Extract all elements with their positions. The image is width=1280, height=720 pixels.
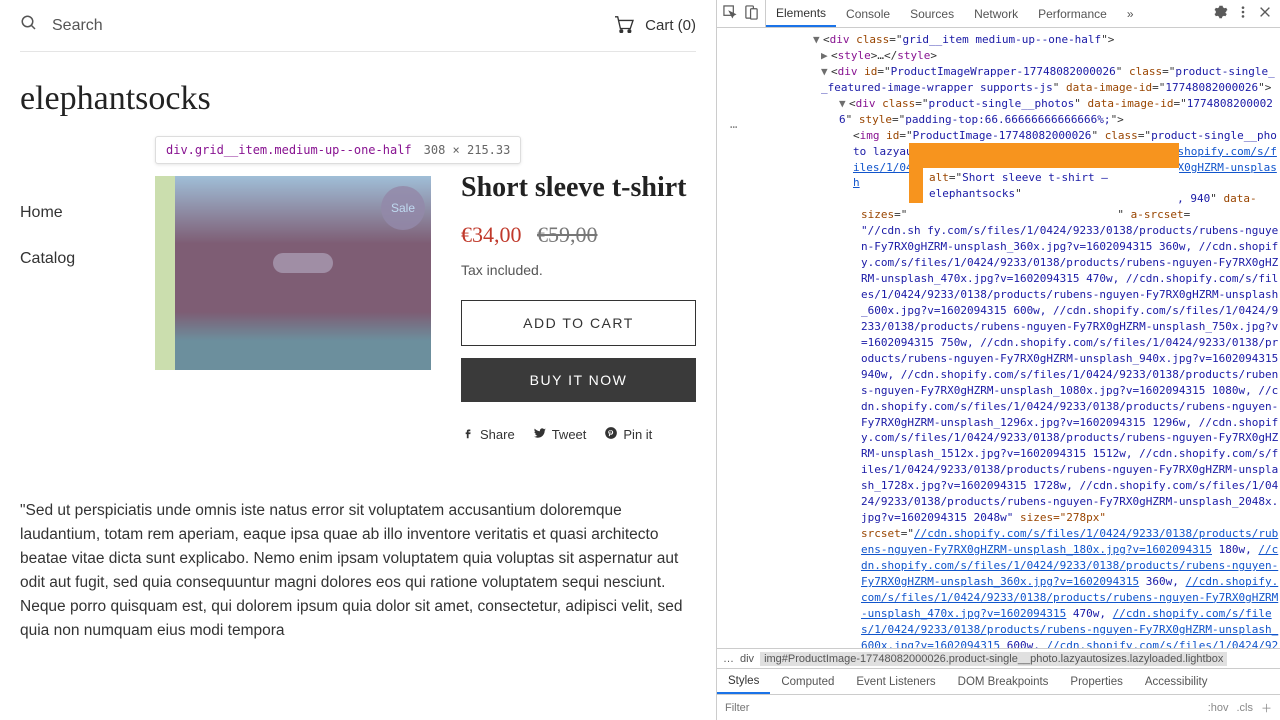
sidebar: Home Catalog [20,138,135,443]
stab-styles[interactable]: Styles [717,669,770,694]
nav-home[interactable]: Home [20,190,135,236]
social-row: Share Tweet Pin it [461,426,696,443]
stab-props[interactable]: Properties [1059,669,1133,694]
share-twitter[interactable]: Tweet [533,426,587,443]
hov-toggle[interactable]: :hov [1208,702,1229,714]
twitter-icon [533,426,547,443]
tooltip-dimensions: 308 × 215.33 [424,143,511,157]
add-rule-icon[interactable]: ＋ [1261,700,1272,716]
tab-console[interactable]: Console [836,0,900,27]
share-pinterest[interactable]: Pin it [604,426,652,443]
settings-icon[interactable] [1214,5,1228,22]
inspect-element-icon[interactable] [723,5,738,23]
product-info: Short sleeve t-shirt €34,00 €59,00 Tax i… [461,138,696,443]
tab-sources[interactable]: Sources [900,0,964,27]
price-row: €34,00 €59,00 [461,222,696,248]
collapsed-indicator[interactable]: ⋯ [722,116,745,138]
close-icon[interactable] [1258,5,1272,22]
kebab-icon[interactable] [1236,5,1250,22]
nav-catalog[interactable]: Catalog [20,236,135,282]
page-viewport[interactable]: Search Cart (0) elephantsocks Home Catal… [0,0,716,720]
devtools-tabs: Elements Console Sources Network Perform… [717,0,1280,28]
inspect-tooltip: div.grid__item.medium-up--one-half 308 ×… [155,136,521,164]
search-placeholder: Search [52,17,103,35]
search[interactable]: Search [20,14,103,37]
cart-label: Cart (0) [645,17,696,34]
add-to-cart-button[interactable]: ADD TO CART [461,300,696,346]
tab-elements[interactable]: Elements [766,0,836,27]
product-image-column: div.grid__item.medium-up--one-half 308 ×… [155,176,431,443]
highlight-content [175,176,431,370]
search-icon [20,14,38,37]
buy-now-button[interactable]: BUY IT NOW [461,358,696,402]
device-toggle-icon[interactable] [744,5,759,23]
dom-tree[interactable]: ▼<div class="grid__item medium-up--one-h… [717,28,1280,648]
pinterest-icon [604,426,618,443]
topbar: Search Cart (0) [20,0,696,52]
cart-link[interactable]: Cart (0) [613,15,696,37]
devtools-panel: Elements Console Sources Network Perform… [716,0,1280,720]
product-title: Short sleeve t-shirt [461,172,696,204]
brand-title[interactable]: elephantsocks [20,52,696,138]
cls-toggle[interactable]: .cls [1237,702,1254,714]
stab-computed[interactable]: Computed [770,669,845,694]
dom-breadcrumb[interactable]: … div img#ProductImage-17748082000026.pr… [717,648,1280,668]
tab-more[interactable]: » [1117,0,1144,27]
styles-tabs: Styles Computed Event Listeners DOM Brea… [717,668,1280,694]
product-description: "Sed ut perspiciatis unde omnis iste nat… [20,499,696,643]
product-image[interactable]: Sale [155,176,431,370]
tax-note: Tax included. [461,262,696,278]
cart-icon [613,15,635,37]
tab-performance[interactable]: Performance [1028,0,1117,27]
share-facebook[interactable]: Share [461,426,515,443]
price-original: €59,00 [537,222,598,247]
styles-filter-input[interactable] [725,702,1208,714]
styles-filter-row: :hov .cls ＋ [717,694,1280,720]
stab-a11y[interactable]: Accessibility [1134,669,1219,694]
tooltip-selector: div.grid__item.medium-up--one-half [166,143,412,157]
stab-events[interactable]: Event Listeners [845,669,946,694]
price-sale: €34,00 [461,222,522,247]
facebook-icon [461,426,475,443]
highlight-margin [155,176,175,370]
stab-dom-bp[interactable]: DOM Breakpoints [947,669,1060,694]
tab-network[interactable]: Network [964,0,1028,27]
alt-highlight: alt="Short sleeve t-shirt – elephantsock… [909,143,1179,203]
